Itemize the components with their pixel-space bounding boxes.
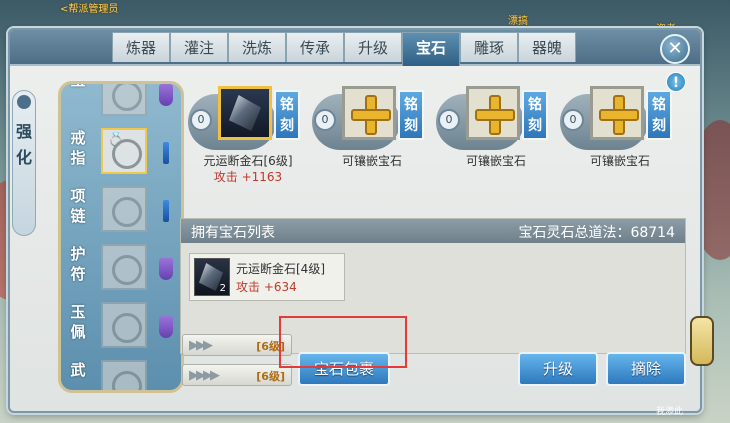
weapon-icon <box>101 360 147 390</box>
gem-item-name: 元运断金石[4级] <box>236 262 325 276</box>
close-button[interactable]: ✕ <box>660 34 690 64</box>
gem-item-icon: 2 <box>194 258 230 296</box>
equipment-list: 宝 戒指 项链 护符 玉佩 武 <box>58 81 184 393</box>
remove-button[interactable]: 摘除 <box>606 352 686 386</box>
lantern-icon <box>690 316 714 366</box>
gem-slot[interactable]: 0 铭刻 元运断金石[6级] 攻击 +1163 <box>188 86 308 196</box>
equipment-item[interactable]: 护符 <box>61 240 181 298</box>
side-char: 化 <box>15 148 32 167</box>
slot-count: 0 <box>438 109 460 131</box>
engrave-button[interactable]: 铭刻 <box>274 90 300 140</box>
slot-gem-box[interactable] <box>590 86 644 140</box>
progress-level: [6级] <box>256 340 285 353</box>
equipment-item[interactable]: 宝 <box>61 84 181 124</box>
sword-icon <box>163 200 169 222</box>
equipment-name: 戒指 <box>70 129 86 167</box>
necklace-icon <box>101 186 147 232</box>
tab-gem[interactable]: 宝石 <box>402 32 460 66</box>
equipment-item[interactable]: 武 <box>61 356 181 390</box>
ring-icon <box>101 128 147 174</box>
knot-icon <box>17 95 31 109</box>
gem-slot[interactable]: 0 铭刻 可镶嵌宝石 <box>312 86 432 196</box>
player-name-label: <帮派管理员 <box>60 4 119 15</box>
progress-level: [6级] <box>256 370 285 383</box>
tab-refine[interactable]: 炼器 <box>112 32 170 62</box>
tab-bar: 炼器 灌注 洗炼 传承 升级 宝石 雕琢 器魄 <box>112 32 576 66</box>
plus-icon <box>351 95 391 135</box>
slot-gem-stat: 攻击 +1163 <box>213 170 283 184</box>
gem-list-item[interactable]: 2 元运断金石[4级] 攻击 +634 <box>189 253 345 301</box>
equipment-name: 玉佩 <box>70 303 86 341</box>
gem-slot[interactable]: 0 铭刻 可镶嵌宝石 <box>436 86 556 196</box>
gem-item-stat: 攻击 +634 <box>236 280 297 294</box>
equipment-name: 项链 <box>70 187 86 225</box>
gem-level-progress: ▶▶▶ [6级] <box>182 334 292 356</box>
tab-soul[interactable]: 器魄 <box>518 32 576 62</box>
slot-gem-box[interactable] <box>466 86 520 140</box>
tab-upgrade[interactable]: 升级 <box>344 32 402 62</box>
enhance-side-label: 强 化 <box>12 90 36 236</box>
engrave-button[interactable]: 铭刻 <box>398 90 424 140</box>
gem-bag-button[interactable]: 宝石包裹 <box>298 352 390 386</box>
slot-gem-box[interactable] <box>218 86 272 140</box>
slot-empty-label: 可镶嵌宝石 <box>341 154 402 168</box>
tab-infuse[interactable]: 灌注 <box>170 32 228 62</box>
gem-icon <box>229 95 261 131</box>
shield-icon <box>159 316 173 338</box>
shield-icon <box>159 258 173 280</box>
engrave-button[interactable]: 铭刻 <box>522 90 548 140</box>
equipment-name: 宝 <box>67 84 89 90</box>
equipment-name: 武 <box>70 361 86 379</box>
plus-icon <box>475 95 515 135</box>
slot-count: 0 <box>314 109 336 131</box>
scene-label: 我添此 <box>656 407 684 417</box>
slot-count: 0 <box>562 109 584 131</box>
gem-slot[interactable]: 0 铭刻 可镶嵌宝石 <box>560 86 680 196</box>
equipment-icon <box>101 84 147 116</box>
equipment-item[interactable]: 项链 <box>61 182 181 240</box>
gem-item-count: 2 <box>219 283 226 294</box>
side-char: 强 <box>15 122 32 141</box>
gem-total-power: 宝石灵石总道法：68714 <box>518 225 675 241</box>
slot-gem-box[interactable] <box>342 86 396 140</box>
slot-count: 0 <box>190 109 212 131</box>
sword-icon <box>163 142 169 164</box>
tab-reforge[interactable]: 洗炼 <box>228 32 286 62</box>
amulet-icon <box>101 244 147 290</box>
shield-icon <box>159 84 173 106</box>
arrow-icons: ▶▶▶ <box>189 338 213 353</box>
jade-pendant-icon <box>101 302 147 348</box>
window-header: 炼器 灌注 洗炼 传承 升级 宝石 雕琢 器魄 ✕ <box>10 30 700 66</box>
tab-inherit[interactable]: 传承 <box>286 32 344 62</box>
plus-icon <box>599 95 639 135</box>
tab-carve[interactable]: 雕琢 <box>460 32 518 62</box>
player-name-label: 漂搞 <box>508 16 528 27</box>
upgrade-button[interactable]: 升级 <box>518 352 598 386</box>
gem-list-header: 拥有宝石列表 宝石灵石总道法：68714 <box>181 219 685 243</box>
arrow-icons: ▶▶▶▶ <box>189 368 220 383</box>
engrave-button[interactable]: 铭刻 <box>646 90 672 140</box>
enhance-window: 炼器 灌注 洗炼 传承 升级 宝石 雕琢 器魄 ✕ ! 强 化 宝 戒指 项链 <box>8 28 702 413</box>
equipment-item[interactable]: 戒指 <box>61 124 181 182</box>
gem-list-title: 拥有宝石列表 <box>191 225 275 241</box>
equipment-name: 护符 <box>70 245 86 283</box>
slot-empty-label: 可镶嵌宝石 <box>465 154 526 168</box>
slot-gem-name: 元运断金石[6级] <box>203 154 293 168</box>
gem-level-progress: ▶▶▶▶ [6级] <box>182 364 292 386</box>
slot-empty-label: 可镶嵌宝石 <box>589 154 650 168</box>
equipment-item[interactable]: 玉佩 <box>61 298 181 356</box>
